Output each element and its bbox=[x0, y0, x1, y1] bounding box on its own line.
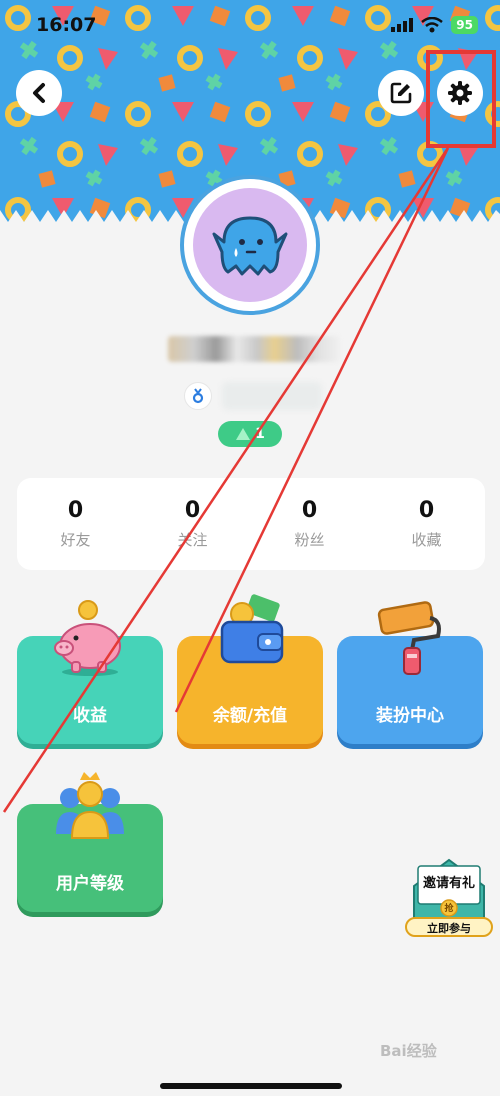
signal-icon bbox=[391, 18, 414, 32]
invite-join-label: 立即参与 bbox=[427, 922, 471, 935]
paint-roller-icon bbox=[377, 601, 441, 675]
home-indicator[interactable] bbox=[160, 1083, 342, 1089]
status-time: 16:07 bbox=[36, 14, 97, 36]
battery-indicator: 95 bbox=[451, 16, 478, 34]
level-triangle-icon bbox=[236, 428, 251, 440]
stats-card: 0 好友 0 关注 0 粉丝 0 收藏 bbox=[17, 478, 485, 570]
level-badge[interactable]: 1 bbox=[218, 421, 282, 447]
tile-label: 余额/充值 bbox=[212, 706, 288, 726]
stat-value: 0 bbox=[184, 498, 201, 523]
tile-label: 用户等级 bbox=[56, 874, 124, 894]
avatar-image bbox=[193, 188, 307, 302]
stat-label: 好友 bbox=[60, 531, 91, 549]
avatar[interactable] bbox=[180, 175, 320, 315]
back-button[interactable] bbox=[16, 70, 62, 116]
gender-icon bbox=[192, 388, 204, 404]
watermark: Bai经验 bbox=[380, 1042, 437, 1060]
ghost-icon bbox=[212, 216, 288, 276]
stat-value: 0 bbox=[418, 498, 435, 523]
username-blurred bbox=[168, 336, 340, 362]
stat-label: 收藏 bbox=[411, 531, 442, 549]
stat-favorites[interactable]: 0 收藏 bbox=[377, 498, 477, 550]
stat-label: 粉丝 bbox=[294, 531, 325, 549]
crown-users-icon bbox=[56, 772, 124, 839]
tile-label: 装扮中心 bbox=[376, 706, 444, 726]
stat-following[interactable]: 0 关注 bbox=[143, 498, 243, 550]
gender-badge bbox=[184, 382, 212, 410]
invite-badge: 抢 bbox=[444, 904, 454, 914]
wallet-icon bbox=[220, 594, 284, 664]
stat-value: 0 bbox=[301, 498, 318, 523]
gear-icon bbox=[448, 81, 472, 105]
stat-friends[interactable]: 0 好友 bbox=[26, 498, 126, 550]
invite-title: 邀请有礼 bbox=[422, 876, 475, 891]
chevron-left-icon bbox=[33, 83, 45, 103]
stat-fans[interactable]: 0 粉丝 bbox=[260, 498, 360, 550]
edit-profile-button[interactable] bbox=[378, 70, 424, 116]
stat-value: 0 bbox=[67, 498, 84, 523]
status-bar: 16:07 95 bbox=[0, 0, 500, 50]
invite-reward-button[interactable]: 邀请有礼 抢 立即参与 bbox=[404, 856, 494, 938]
stat-label: 关注 bbox=[177, 531, 208, 549]
level-value: 1 bbox=[255, 426, 265, 442]
piggy-bank-icon bbox=[54, 600, 121, 676]
status-icons: 95 bbox=[391, 16, 478, 34]
edit-icon bbox=[390, 82, 412, 104]
wifi-icon bbox=[421, 17, 444, 33]
user-id-blurred bbox=[222, 382, 322, 410]
tile-label: 收益 bbox=[73, 706, 107, 726]
settings-button[interactable] bbox=[437, 70, 483, 116]
